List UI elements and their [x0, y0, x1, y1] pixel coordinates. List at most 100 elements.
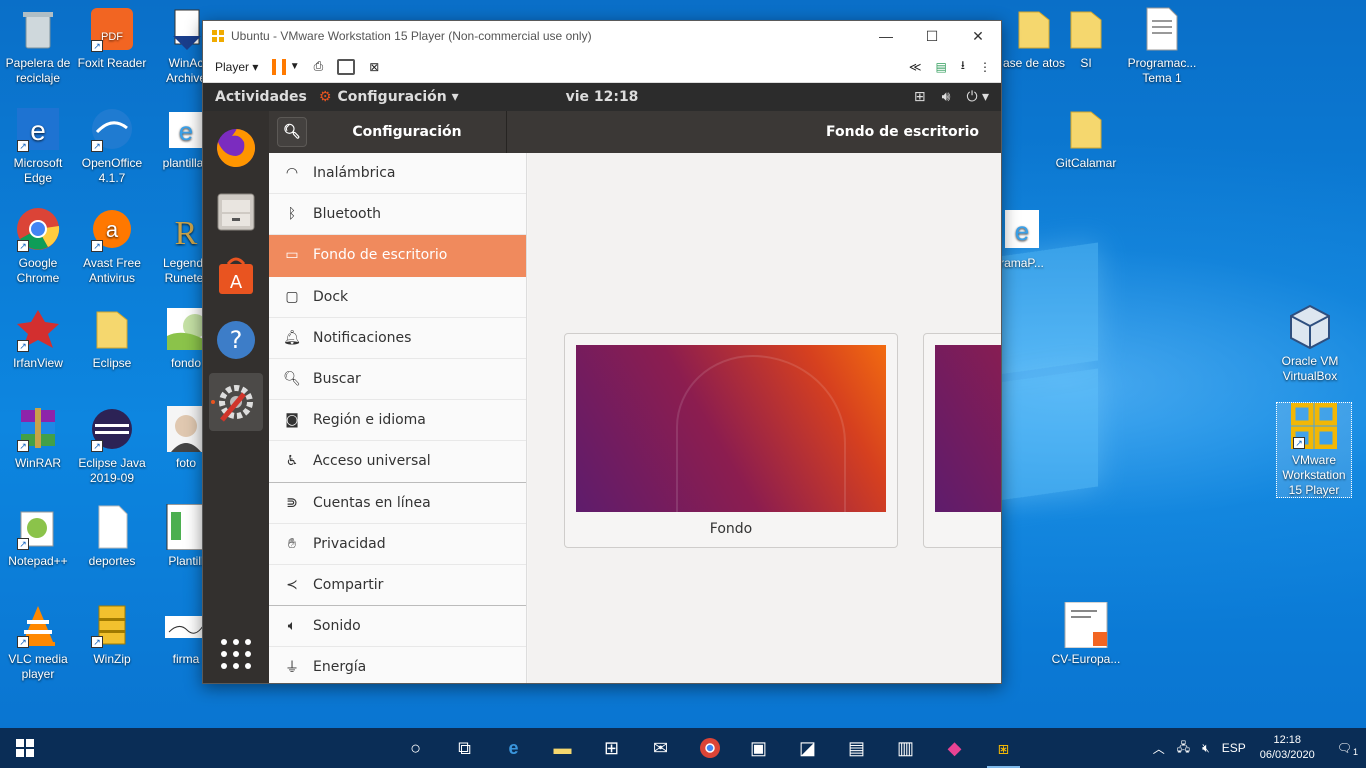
taskbar-vmware[interactable]: ⧆	[979, 728, 1028, 768]
desktop-icon-vmware[interactable]: ↗ VMware Workstation 15 Player	[1276, 402, 1352, 498]
sidebar-item-buscar[interactable]: 🔍︎ Buscar	[269, 359, 526, 401]
show-applications-button[interactable]	[209, 625, 263, 683]
sidebar-item-compartir[interactable]: ≺ Compartir	[269, 565, 526, 607]
desktop-icon-eclipse-java[interactable]: ↗ Eclipse Java 2019-09	[74, 406, 150, 486]
app-menu-button[interactable]: ⚙ Configuración ▾	[319, 89, 459, 105]
sidebar-item-inalambrica[interactable]: ◠ Inalámbrica	[269, 153, 526, 195]
wallpaper-card-fondo[interactable]: Fondo	[564, 333, 898, 548]
window-titlebar[interactable]: Ubuntu - VMware Workstation 15 Player (N…	[203, 21, 1001, 51]
pause-button[interactable]: ▼	[268, 54, 303, 80]
desktop-icon-label: deportes	[88, 554, 136, 568]
taskbar-clock[interactable]: 12:18 06/03/2020	[1252, 733, 1323, 763]
desktop-icon-winrar[interactable]: ↗ WinRAR	[0, 406, 76, 471]
desktop-icon-vlc[interactable]: ↗ VLC media player	[0, 602, 76, 682]
desktop-icon-label: VMware Workstation 15 Player	[1282, 453, 1346, 497]
sidebar-item-energia[interactable]: ⏚ Energía	[269, 647, 526, 683]
taskbar-store[interactable]: ⊞	[587, 728, 636, 768]
vlc-icon: ↗	[15, 602, 61, 648]
taskbar-mail[interactable]: ✉	[636, 728, 685, 768]
volume-icon: 🔊︎	[941, 89, 951, 105]
dock-settings[interactable]	[209, 373, 263, 431]
collapse-toolbar-button[interactable]: ≪	[905, 54, 926, 80]
gnome-top-bar: Actividades ⚙ Configuración ▾ vie 12:18 ⊞…	[203, 83, 1001, 111]
sidebar-item-dock[interactable]: ▢ Dock	[269, 277, 526, 318]
taskbar-chrome[interactable]	[685, 728, 734, 768]
desktop-icon-recycle-bin[interactable]: Papelera de reciclaje	[0, 6, 76, 86]
sidebar-item-fondo-de-escritorio[interactable]: ▭ Fondo de escritorio	[269, 235, 526, 277]
dock-software[interactable]: A	[209, 247, 263, 305]
hand-icon: ✋︎	[288, 535, 296, 552]
dock-help[interactable]: ?	[209, 311, 263, 369]
desktop-icon-irfanview[interactable]: ↗ IrfanView	[0, 306, 76, 371]
balloon-icon: ◆	[947, 737, 962, 758]
cortana-button[interactable]: ○	[391, 728, 440, 768]
taskbar-base[interactable]: ▥	[881, 728, 930, 768]
show-hidden-icons-button[interactable]: ︿	[1147, 740, 1171, 757]
desktop-icon-label: Eclipse	[92, 356, 132, 370]
desktop-icon-avast[interactable]: a ↗ Avast Free Antivirus	[74, 206, 150, 286]
dock-files[interactable]	[209, 183, 263, 241]
svg-text:?: ?	[230, 326, 243, 354]
sidebar-item-notificaciones[interactable]: 🔔︎ Notificaciones	[269, 318, 526, 359]
svg-text:R: R	[175, 215, 198, 252]
removable-devices-button[interactable]: ⋮	[975, 54, 995, 80]
desktop-icon-si[interactable]: SI	[1048, 6, 1124, 71]
network-icon[interactable]: 🖧︎	[1171, 738, 1196, 759]
player-menu-button[interactable]: Player ▾	[211, 54, 262, 80]
dock-icon: ▢	[285, 288, 299, 305]
taskbar-app-2[interactable]: ◪	[783, 728, 832, 768]
close-button[interactable]: ✕	[955, 21, 1001, 51]
sidebar-item-acceso-universal[interactable]: ♿︎ Acceso universal	[269, 441, 526, 483]
foxit-pdf-icon: PDF ↗	[89, 6, 135, 52]
desktop-icon-programacion[interactable]: Programac... Tema 1	[1124, 6, 1200, 86]
minimize-button[interactable]: —	[863, 21, 909, 51]
start-button[interactable]	[0, 728, 49, 768]
activities-button[interactable]: Actividades	[203, 89, 319, 105]
sidebar-item-bluetooth[interactable]: ᛒ Bluetooth	[269, 194, 526, 236]
svg-text:e: e	[30, 115, 46, 146]
window-title: Ubuntu - VMware Workstation 15 Player (N…	[231, 29, 592, 43]
taskbar-file-explorer[interactable]: ▬	[538, 728, 587, 768]
task-view-button[interactable]: ⧉	[440, 728, 489, 768]
ubuntu-guest-screen[interactable]: Actividades ⚙ Configuración ▾ vie 12:18 ⊞…	[203, 83, 1001, 683]
sidebar-item-sonido[interactable]: 🔈︎ Sonido	[269, 606, 526, 648]
dock-firefox[interactable]	[209, 119, 263, 177]
desktop-icon-cv-europass[interactable]: CV-Europa...	[1048, 601, 1124, 667]
desktop-icon-notepadpp[interactable]: ↗ Notepad++	[0, 504, 76, 569]
sidebar-item-privacidad[interactable]: ✋︎ Privacidad	[269, 524, 526, 565]
download-button[interactable]: ⭳	[957, 54, 969, 80]
maximize-button[interactable]: ☐	[909, 21, 955, 51]
settings-search-button[interactable]: 🔍︎	[277, 117, 307, 147]
desktop-icon-winzip[interactable]: ↗ WinZip	[74, 602, 150, 667]
accessibility-icon: ♿︎	[285, 453, 299, 470]
settings-gear-icon	[219, 385, 253, 422]
edge-icon: e	[508, 737, 519, 758]
language-indicator[interactable]: ESP	[1216, 741, 1252, 755]
taskbar-app-4[interactable]: ◆	[930, 728, 979, 768]
send-ctrl-alt-del-button[interactable]: ⎙	[310, 54, 328, 80]
settings-sidebar: ◠ Inalámbrica ᛒ Bluetooth ▭ Fondo de escrit…	[269, 153, 527, 683]
taskbar-app-3[interactable]: ▤	[832, 728, 881, 768]
app-grid-icon	[221, 639, 251, 669]
desktop-icon-chrome[interactable]: ↗ Google Chrome	[0, 206, 76, 286]
desktop-icon-deportes[interactable]: deportes	[74, 504, 150, 569]
desktop-icon-edge[interactable]: e ↗ Microsoft Edge	[0, 106, 76, 186]
notes-button[interactable]: ▤	[931, 54, 950, 80]
chevron-down-icon: ▾	[252, 59, 259, 74]
unity-button[interactable]: ⊠	[365, 54, 383, 80]
desktop-icon-virtualbox[interactable]: Oracle VM VirtualBox	[1272, 304, 1348, 384]
desktop-icon-openoffice[interactable]: ↗ OpenOffice 4.1.7	[74, 106, 150, 186]
taskbar-edge[interactable]: e	[489, 728, 538, 768]
wallpaper-card-lock-screen[interactable]	[923, 333, 1001, 548]
system-menu[interactable]: ⊞ 🔊︎ ⏻ ▾	[914, 89, 1001, 105]
action-center-button[interactable]: 🗨︎ 1	[1323, 741, 1366, 757]
desktop-icon-gitcalamar[interactable]: GitCalamar	[1048, 106, 1124, 171]
desktop-icon-eclipse-folder[interactable]: Eclipse	[74, 306, 150, 371]
fullscreen-button[interactable]	[333, 54, 359, 80]
windows-taskbar: ○ ⧉ e ▬ ⊞ ✉ ▣ ◪ ▤ ▥ ◆ ⧆ ︿ 🖧︎ 🔇︎ ESP 12:1…	[0, 728, 1366, 768]
volume-muted-icon[interactable]: 🔇︎	[1196, 741, 1216, 756]
taskbar-app-1[interactable]: ▣	[734, 728, 783, 768]
desktop-icon-foxit[interactable]: PDF ↗ Foxit Reader	[74, 6, 150, 71]
sidebar-item-region-e-idioma[interactable]: ◙ Región e idioma	[269, 400, 526, 442]
sidebar-item-cuentas-en-linea[interactable]: ⋑ Cuentas en línea	[269, 483, 526, 524]
